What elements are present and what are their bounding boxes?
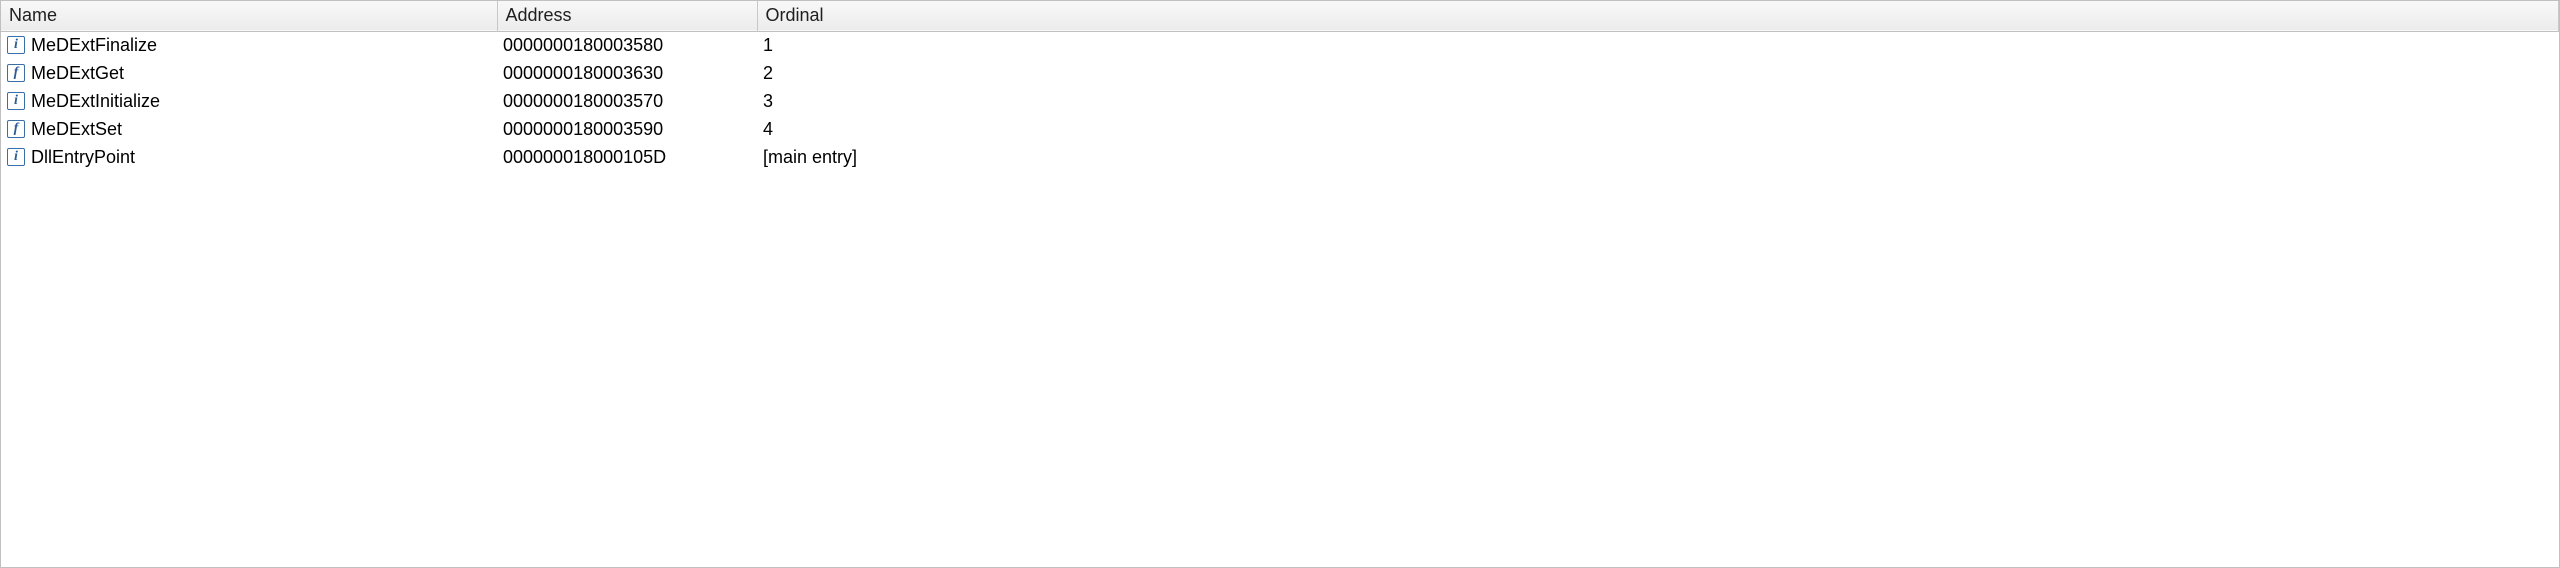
column-header-name[interactable]: Name bbox=[1, 1, 497, 31]
cell-address: 0000000180003570 bbox=[497, 87, 757, 115]
export-ordinal: [main entry] bbox=[763, 147, 857, 167]
table-header: Name Address Ordinal bbox=[1, 1, 2559, 31]
export-ordinal: 4 bbox=[763, 119, 773, 139]
export-ordinal: 2 bbox=[763, 63, 773, 83]
cell-address: 0000000180003580 bbox=[497, 31, 757, 59]
table-row[interactable]: i DllEntryPoint 000000018000105D [main entr… bbox=[1, 143, 2559, 171]
column-header-ordinal[interactable]: Ordinal bbox=[757, 1, 2559, 31]
cell-ordinal: [main entry] bbox=[757, 143, 2559, 171]
export-address: 0000000180003580 bbox=[503, 35, 663, 55]
export-address: 0000000180003630 bbox=[503, 63, 663, 83]
export-address: 0000000180003570 bbox=[503, 91, 663, 111]
cell-name: i DllEntryPoint bbox=[1, 143, 497, 171]
cell-address: 0000000180003590 bbox=[497, 115, 757, 143]
cell-address: 000000018000105D bbox=[497, 143, 757, 171]
cell-name: i MeDExtInitialize bbox=[1, 87, 497, 115]
cell-address: 0000000180003630 bbox=[497, 59, 757, 87]
export-name: MeDExtSet bbox=[31, 119, 122, 140]
table-row[interactable]: f MeDExtSet 0000000180003590 4 bbox=[1, 115, 2559, 143]
table-row[interactable]: i MeDExtInitialize 0000000180003570 3 bbox=[1, 87, 2559, 115]
table-row[interactable]: f MeDExtGet 0000000180003630 2 bbox=[1, 59, 2559, 87]
cell-name: i MeDExtFinalize bbox=[1, 31, 497, 59]
function-icon: f bbox=[7, 120, 25, 138]
export-name: MeDExtGet bbox=[31, 63, 124, 84]
export-ordinal: 3 bbox=[763, 91, 773, 111]
column-header-address[interactable]: Address bbox=[497, 1, 757, 31]
cell-ordinal: 2 bbox=[757, 59, 2559, 87]
export-name: MeDExtFinalize bbox=[31, 35, 157, 56]
table-body: i MeDExtFinalize 0000000180003580 1 f MeDExtG… bbox=[1, 31, 2559, 171]
cell-name: f MeDExtGet bbox=[1, 59, 497, 87]
cell-ordinal: 1 bbox=[757, 31, 2559, 59]
exports-table: Name Address Ordinal i MeDExtFinalize 0000… bbox=[1, 1, 2559, 171]
info-icon: i bbox=[7, 148, 25, 166]
table-row[interactable]: i MeDExtFinalize 0000000180003580 1 bbox=[1, 31, 2559, 59]
export-address: 000000018000105D bbox=[503, 147, 666, 167]
export-ordinal: 1 bbox=[763, 35, 773, 55]
cell-name: f MeDExtSet bbox=[1, 115, 497, 143]
cell-ordinal: 3 bbox=[757, 87, 2559, 115]
export-name: DllEntryPoint bbox=[31, 147, 135, 168]
cell-ordinal: 4 bbox=[757, 115, 2559, 143]
info-icon: i bbox=[7, 92, 25, 110]
function-icon: f bbox=[7, 64, 25, 82]
export-address: 0000000180003590 bbox=[503, 119, 663, 139]
info-icon: i bbox=[7, 36, 25, 54]
export-name: MeDExtInitialize bbox=[31, 91, 160, 112]
exports-table-container: Name Address Ordinal i MeDExtFinalize 0000… bbox=[0, 0, 2560, 568]
